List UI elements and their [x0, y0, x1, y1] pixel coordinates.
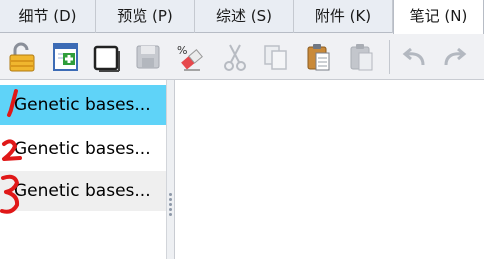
tab-details[interactable]: 细节 (D): [0, 0, 96, 33]
copy-button[interactable]: [259, 40, 293, 74]
splitter-grip-dot: [169, 213, 172, 216]
cut-icon: [224, 44, 246, 71]
add-note-icon: [53, 43, 78, 71]
pane-splitter[interactable]: [166, 80, 175, 259]
splitter-grip-dot: [169, 203, 172, 206]
note-item[interactable]: Genetic bases...: [0, 129, 166, 169]
splitter-grip-dot: [169, 193, 172, 196]
undo-button[interactable]: [397, 40, 431, 74]
cut-button[interactable]: [218, 40, 252, 74]
save-icon: [136, 45, 160, 69]
tab-summary[interactable]: 综述 (S): [195, 0, 294, 33]
splitter-grip-dot: [169, 198, 172, 201]
unlock-icon: [9, 42, 35, 72]
unlock-button[interactable]: [5, 40, 39, 74]
undo-icon: [402, 47, 425, 66]
copy-icon: [264, 45, 287, 70]
clear-format-button[interactable]: %: [172, 40, 206, 74]
open-window-button[interactable]: [89, 40, 123, 74]
window-icon: [93, 45, 120, 72]
notes-toolbar: %: [0, 33, 484, 80]
paste-special-icon: [350, 44, 373, 71]
paste-button[interactable]: [302, 40, 336, 74]
splitter-grip-dot: [169, 208, 172, 211]
tab-bar: 细节 (D) 预览 (P) 综述 (S) 附件 (K) 笔记 (N): [0, 0, 484, 34]
clear-format-icon: %: [177, 44, 203, 71]
redo-icon: [444, 47, 467, 66]
paste-special-button[interactable]: [345, 40, 379, 74]
save-button[interactable]: [131, 40, 165, 74]
note-editor[interactable]: [175, 80, 484, 259]
add-note-button[interactable]: [49, 40, 83, 74]
redo-button[interactable]: [438, 40, 472, 74]
notes-list: Genetic bases... Genetic bases... Geneti…: [0, 80, 166, 259]
tab-attachments[interactable]: 附件 (K): [294, 0, 393, 33]
svg-text:%: %: [177, 44, 187, 57]
tab-preview[interactable]: 预览 (P): [96, 0, 195, 33]
toolbar-separator: [389, 40, 390, 74]
tab-notes[interactable]: 笔记 (N): [393, 0, 484, 34]
note-item[interactable]: Genetic bases...: [0, 171, 166, 211]
paste-icon: [307, 44, 330, 71]
note-item[interactable]: Genetic bases...: [0, 85, 166, 125]
